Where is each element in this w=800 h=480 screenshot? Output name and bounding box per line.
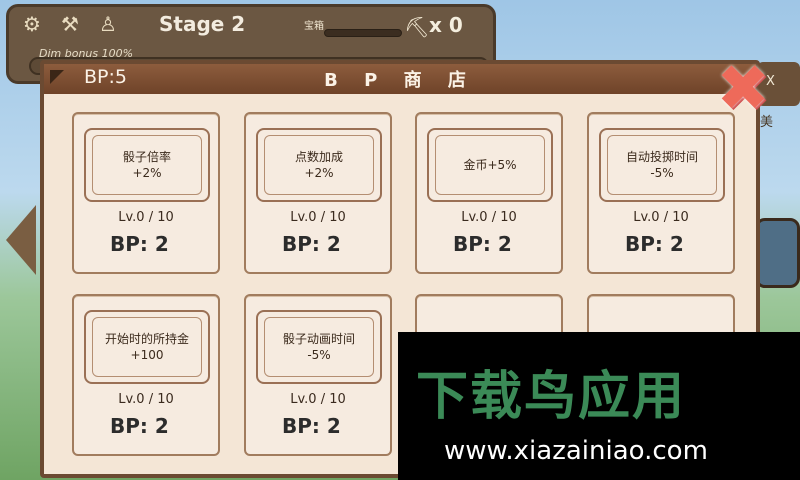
chest-progress-bar bbox=[324, 29, 402, 37]
shop-card[interactable]: 骰子倍率 +2% Lv.0 / 10 BP: 2 bbox=[72, 112, 220, 274]
card-frame-inner: 点数加成 +2% bbox=[264, 135, 374, 195]
card-cost: BP: 2 bbox=[282, 414, 341, 438]
gear-icon[interactable]: ⚙ bbox=[19, 11, 45, 37]
pickaxe-icon: ⛏ bbox=[404, 15, 430, 39]
card-frame: 点数加成 +2% bbox=[256, 128, 382, 202]
watermark-overlay: 下载鸟应用 www.xiazainiao.com bbox=[398, 332, 800, 480]
stage-label: Stage 2 bbox=[159, 12, 246, 36]
card-effect: +100 bbox=[130, 348, 164, 362]
card-cost: BP: 2 bbox=[453, 232, 512, 256]
card-frame: 骰子倍率 +2% bbox=[84, 128, 210, 202]
card-effect: -5% bbox=[650, 166, 674, 180]
shop-title: B P 商 店 bbox=[324, 70, 476, 91]
card-effect: -5% bbox=[307, 348, 331, 362]
card-level: Lv.0 / 10 bbox=[633, 210, 689, 225]
hud-icons: ⚙ ⚒ ♙ Stage 2 bbox=[19, 11, 245, 37]
shop-card[interactable]: 金币+5% Lv.0 / 10 BP: 2 bbox=[415, 112, 563, 274]
card-cost: BP: 2 bbox=[110, 414, 169, 438]
watermark-title: 下载鸟应用 bbox=[416, 367, 687, 427]
card-name: 骰子倍率 bbox=[122, 150, 171, 164]
card-name: 骰子动画时间 bbox=[282, 332, 355, 346]
watermark-url: www.xiazainiao.com bbox=[444, 436, 708, 466]
card-level: Lv.0 / 10 bbox=[118, 210, 174, 225]
card-cost: BP: 2 bbox=[625, 232, 684, 256]
card-frame: 开始时的所持金 +100 bbox=[84, 310, 210, 384]
card-frame: 自动投掷时间 -5% bbox=[599, 128, 725, 202]
card-effect: +2% bbox=[304, 166, 334, 180]
card-frame: 骰子动画时间 -5% bbox=[256, 310, 382, 384]
card-name: 开始时的所持金 bbox=[104, 332, 189, 346]
shop-card[interactable]: 自动投掷时间 -5% Lv.0 / 10 BP: 2 bbox=[587, 112, 735, 274]
card-frame: 金币+5% bbox=[427, 128, 553, 202]
card-cost: BP: 2 bbox=[110, 232, 169, 256]
card-level: Lv.0 / 10 bbox=[290, 210, 346, 225]
right-globe-decoration bbox=[755, 218, 800, 288]
chest-label: 宝箱 bbox=[304, 21, 324, 32]
card-name: 金币+5% bbox=[463, 158, 517, 172]
card-cost: BP: 2 bbox=[282, 232, 341, 256]
shop-header: BP:5 B P 商 店 bbox=[44, 64, 756, 94]
shop-card[interactable]: 点数加成 +2% Lv.0 / 10 BP: 2 bbox=[244, 112, 392, 274]
card-frame-inner: 骰子倍率 +2% bbox=[92, 135, 202, 195]
card-level: Lv.0 / 10 bbox=[118, 392, 174, 407]
shop-card[interactable]: 开始时的所持金 +100 Lv.0 / 10 BP: 2 bbox=[72, 294, 220, 456]
card-level: Lv.0 / 10 bbox=[461, 210, 517, 225]
card-level: Lv.0 / 10 bbox=[290, 392, 346, 407]
left-arrow-decoration bbox=[6, 205, 36, 275]
close-icon[interactable]: ✖ bbox=[712, 52, 774, 126]
card-frame-inner: 开始时的所持金 +100 bbox=[92, 317, 202, 377]
card-frame-inner: 自动投掷时间 -5% bbox=[607, 135, 717, 195]
card-frame-inner: 骰子动画时间 -5% bbox=[264, 317, 374, 377]
character-icon[interactable]: ♙ bbox=[95, 11, 121, 37]
card-frame-inner: 金币+5% bbox=[435, 135, 545, 195]
card-name: 自动投掷时间 bbox=[625, 150, 698, 164]
card-name: 点数加成 bbox=[294, 150, 343, 164]
shop-card[interactable]: 骰子动画时间 -5% Lv.0 / 10 BP: 2 bbox=[244, 294, 392, 456]
card-effect: +2% bbox=[132, 166, 162, 180]
pickaxe-count: x 0 bbox=[429, 13, 463, 37]
hammer-icon[interactable]: ⚒ bbox=[57, 11, 83, 37]
